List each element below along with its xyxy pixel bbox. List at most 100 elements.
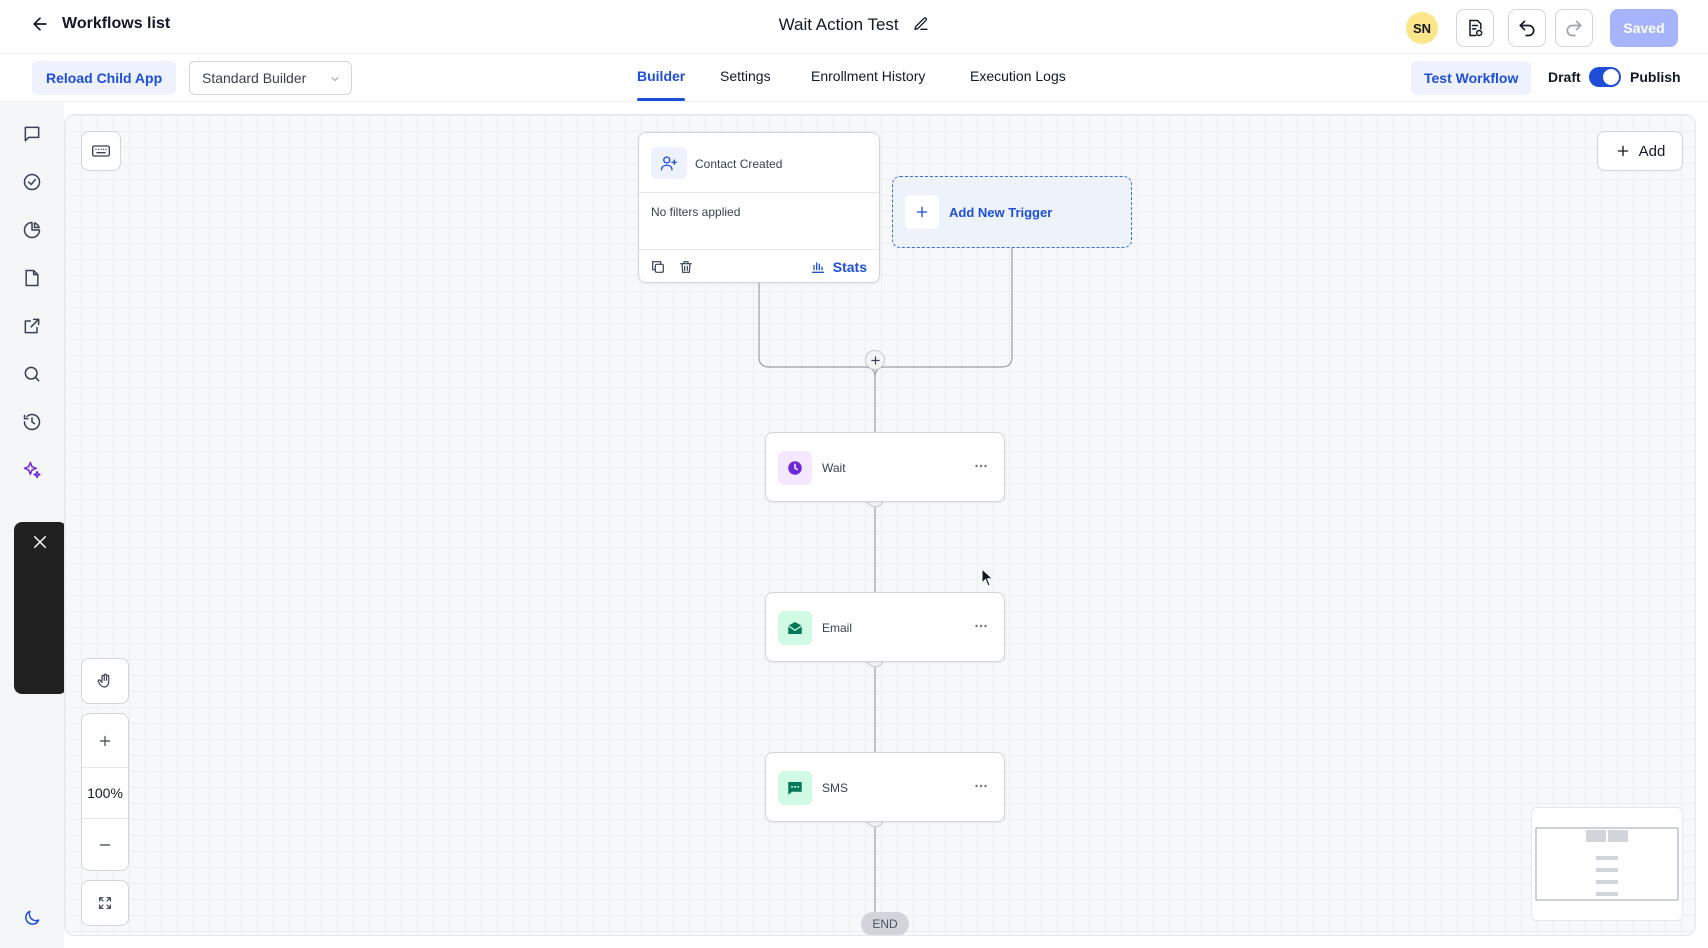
zoom-out-button[interactable] xyxy=(82,819,128,871)
action-name: SMS xyxy=(822,781,849,795)
add-trigger-plus-wrap xyxy=(905,195,939,229)
stats-label: Stats xyxy=(832,259,867,275)
sidebar-item-chat[interactable] xyxy=(21,123,43,145)
external-link-icon xyxy=(24,318,40,334)
active-tab-indicator xyxy=(637,98,685,101)
trigger-name: Contact Created xyxy=(695,157,783,171)
hand-icon xyxy=(97,673,110,688)
redo-button[interactable] xyxy=(1555,9,1593,47)
action-icon-wrap xyxy=(778,451,812,485)
zoom-level: 100% xyxy=(82,767,128,819)
clock-icon xyxy=(788,461,802,475)
publish-toggle[interactable] xyxy=(1589,67,1621,87)
tab-enrollment-history[interactable]: Enrollment History xyxy=(811,68,925,84)
minimap-preview xyxy=(1535,827,1679,901)
sidebar-item-tasks[interactable] xyxy=(21,171,43,193)
user-plus-icon xyxy=(660,156,678,171)
pie-chart-icon xyxy=(23,221,41,239)
workflow-title-text: Wait Action Test xyxy=(778,15,899,34)
action-name: Wait xyxy=(822,461,846,475)
keyboard-shortcuts-button[interactable] xyxy=(81,131,121,171)
reload-child-app-button[interactable]: Reload Child App xyxy=(32,61,177,95)
sidebar-item-theme[interactable] xyxy=(21,907,43,929)
notes-button[interactable] xyxy=(1456,9,1494,47)
document-check-icon xyxy=(1469,19,1483,37)
search-icon xyxy=(24,366,40,382)
publish-label: Publish xyxy=(1630,69,1681,85)
action-name: Email xyxy=(822,621,853,635)
tab-builder[interactable]: Builder xyxy=(637,68,685,84)
close-icon[interactable] xyxy=(31,533,49,551)
trigger-card-footer: Stats xyxy=(639,249,879,283)
moon-icon xyxy=(25,910,40,925)
builder-toolbar: Reload Child App Standard Builder Builde… xyxy=(0,54,1708,102)
sidebar-item-history[interactable] xyxy=(21,411,43,433)
duplicate-icon[interactable] xyxy=(650,259,666,275)
bar-chart-icon xyxy=(811,262,824,273)
add-label: Add xyxy=(1638,142,1666,160)
builder-mode-value: Standard Builder xyxy=(202,70,307,86)
trigger-filters: No filters applied xyxy=(651,205,741,219)
zoom-controls: 100% xyxy=(81,713,129,871)
sparkles-icon xyxy=(23,461,41,479)
action-card-sms[interactable]: SMS xyxy=(765,752,1005,822)
sidebar-item-external[interactable] xyxy=(21,315,43,337)
history-icon xyxy=(23,413,41,431)
pan-tool-button[interactable] xyxy=(81,658,129,704)
fit-view-button[interactable] xyxy=(81,880,129,926)
collapsed-panel xyxy=(14,522,67,694)
add-trigger-label: Add New Trigger xyxy=(949,205,1053,220)
plus-icon xyxy=(870,355,880,365)
action-icon-wrap xyxy=(778,771,812,805)
more-options-icon[interactable] xyxy=(972,457,990,475)
chat-icon xyxy=(24,126,40,142)
tab-settings[interactable]: Settings xyxy=(720,68,771,84)
more-options-icon[interactable] xyxy=(972,777,990,795)
file-icon xyxy=(25,269,39,287)
zoom-in-button[interactable] xyxy=(82,714,128,767)
toggle-knob xyxy=(1603,69,1619,85)
trigger-card[interactable]: Contact Created No filters applied Stats xyxy=(638,132,880,283)
sidebar-item-reports[interactable] xyxy=(21,219,43,241)
trigger-card-header: Contact Created xyxy=(639,133,879,193)
trash-icon[interactable] xyxy=(678,259,694,275)
saved-button[interactable]: Saved xyxy=(1610,9,1678,47)
message-icon xyxy=(788,782,802,795)
stats-button[interactable]: Stats xyxy=(810,259,867,275)
expand-icon xyxy=(99,897,111,909)
top-header: Workflows list Wait Action Test SN Saved xyxy=(0,0,1708,54)
test-workflow-button[interactable]: Test Workflow xyxy=(1411,61,1532,95)
back-label: Workflows list xyxy=(62,15,171,32)
tab-execution-logs[interactable]: Execution Logs xyxy=(970,68,1066,84)
workflow-canvas[interactable]: Add Contact Created No filters applied S… xyxy=(64,114,1696,936)
plus-icon xyxy=(916,206,928,218)
mouse-cursor xyxy=(981,568,994,587)
action-card-email[interactable]: Email xyxy=(765,592,1005,662)
minimap[interactable] xyxy=(1531,807,1683,921)
action-card-wait[interactable]: Wait xyxy=(765,432,1005,502)
sidebar-item-search[interactable] xyxy=(21,363,43,385)
sidebar-item-ai[interactable] xyxy=(21,459,43,481)
back-to-workflows-link[interactable]: Workflows list xyxy=(30,14,170,34)
draft-label: Draft xyxy=(1548,69,1581,85)
add-button[interactable]: Add xyxy=(1597,131,1683,171)
builder-mode-select[interactable]: Standard Builder xyxy=(189,61,352,95)
sidebar-item-files[interactable] xyxy=(21,267,43,289)
workflow-title: Wait Action Test xyxy=(0,15,1708,37)
end-node: END xyxy=(861,912,909,935)
undo-icon xyxy=(1519,20,1535,37)
action-icon-wrap xyxy=(778,611,812,645)
check-circle-icon xyxy=(23,173,41,191)
plus-icon xyxy=(1617,145,1628,157)
keyboard-icon xyxy=(92,145,110,157)
edit-title-button[interactable] xyxy=(913,16,929,37)
undo-button[interactable] xyxy=(1508,9,1546,47)
envelope-icon xyxy=(787,622,803,634)
pencil-icon xyxy=(914,17,929,30)
redo-icon xyxy=(1566,20,1582,37)
add-new-trigger-button[interactable]: Add New Trigger xyxy=(892,176,1132,248)
minus-icon xyxy=(99,844,111,846)
add-action-node[interactable] xyxy=(865,350,885,370)
user-avatar[interactable]: SN xyxy=(1406,12,1438,44)
more-options-icon[interactable] xyxy=(972,617,990,635)
